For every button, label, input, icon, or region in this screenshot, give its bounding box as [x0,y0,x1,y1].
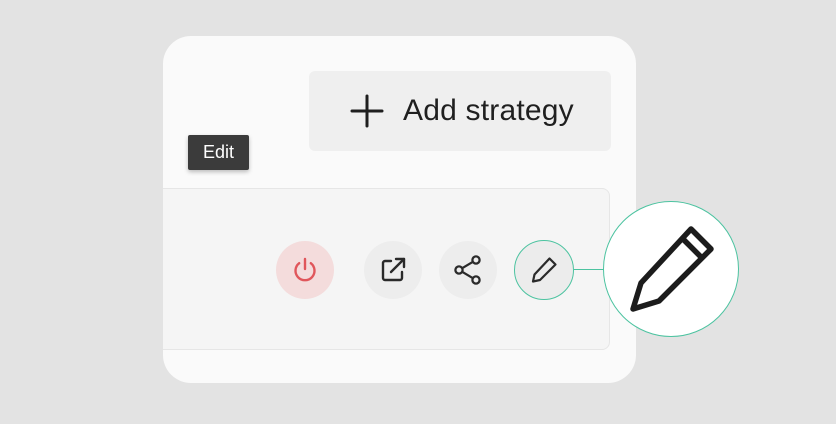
share-button[interactable] [439,241,497,299]
callout-connector [574,269,605,270]
add-strategy-button[interactable]: Add strategy [309,71,611,151]
open-external-button[interactable] [364,241,422,299]
edit-callout-magnifier [603,201,739,337]
strategy-card: Add strategy Edit [163,36,636,383]
share-icon [451,253,485,287]
power-icon [290,255,320,285]
add-strategy-label: Add strategy [403,94,574,127]
edit-tooltip: Edit [188,135,249,170]
pencil-icon [528,254,560,286]
external-link-icon [377,254,409,286]
pencil-icon [623,221,719,317]
power-button[interactable] [276,241,334,299]
plus-icon [349,93,385,129]
edit-button[interactable] [514,240,574,300]
stage: Add strategy Edit [0,0,836,424]
